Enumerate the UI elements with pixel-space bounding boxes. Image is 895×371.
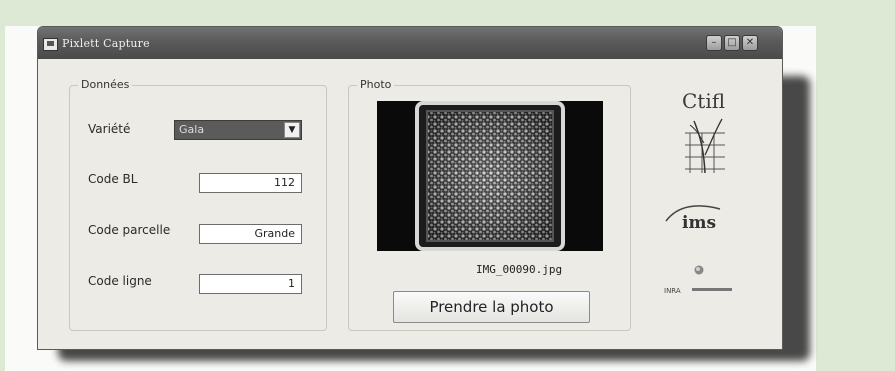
- chevron-down-icon[interactable]: ▼: [284, 122, 300, 138]
- minimize-icon: –: [711, 37, 717, 48]
- ctifl-logo: [685, 118, 725, 174]
- photo-legend: Photo: [357, 78, 395, 91]
- code-parcelle-label: Code parcelle: [88, 223, 171, 237]
- maximize-button[interactable]: □: [724, 35, 740, 51]
- ims-logo: ims: [665, 205, 721, 233]
- ims-logo-text: ims: [682, 213, 716, 233]
- code-ligne-label: Code ligne: [88, 274, 152, 288]
- code-ligne-input[interactable]: 1: [199, 274, 302, 294]
- photo-filename: IMG_00090.jpg: [476, 263, 563, 276]
- code-bl-label: Code BL: [88, 172, 138, 186]
- close-icon: ✕: [745, 37, 755, 48]
- maximize-icon: □: [727, 37, 737, 48]
- take-photo-button[interactable]: Prendre la photo: [393, 291, 590, 323]
- variete-value: Gala: [179, 123, 205, 136]
- inra-logo-text: INRA: [664, 287, 681, 295]
- app-icon: [43, 38, 58, 51]
- title-bar[interactable]: Pixlett Capture – □ ✕: [38, 27, 782, 59]
- variete-label: Variété: [88, 122, 131, 136]
- window-title: Pixlett Capture: [62, 37, 150, 50]
- donnees-legend: Données: [78, 78, 133, 91]
- close-button[interactable]: ✕: [742, 35, 758, 51]
- ctifl-logo-text: Ctifl: [682, 89, 726, 113]
- photo-image: [377, 101, 603, 251]
- code-bl-input[interactable]: 112: [199, 173, 302, 193]
- captured-photo: [377, 101, 603, 251]
- variete-select[interactable]: Gala ▼: [174, 120, 302, 140]
- code-parcelle-input[interactable]: Grande: [199, 224, 302, 244]
- app-window: Pixlett Capture – □ ✕ Données Variété Ga…: [37, 26, 783, 350]
- inra-logo: INRA: [664, 265, 732, 295]
- minimize-button[interactable]: –: [706, 35, 722, 51]
